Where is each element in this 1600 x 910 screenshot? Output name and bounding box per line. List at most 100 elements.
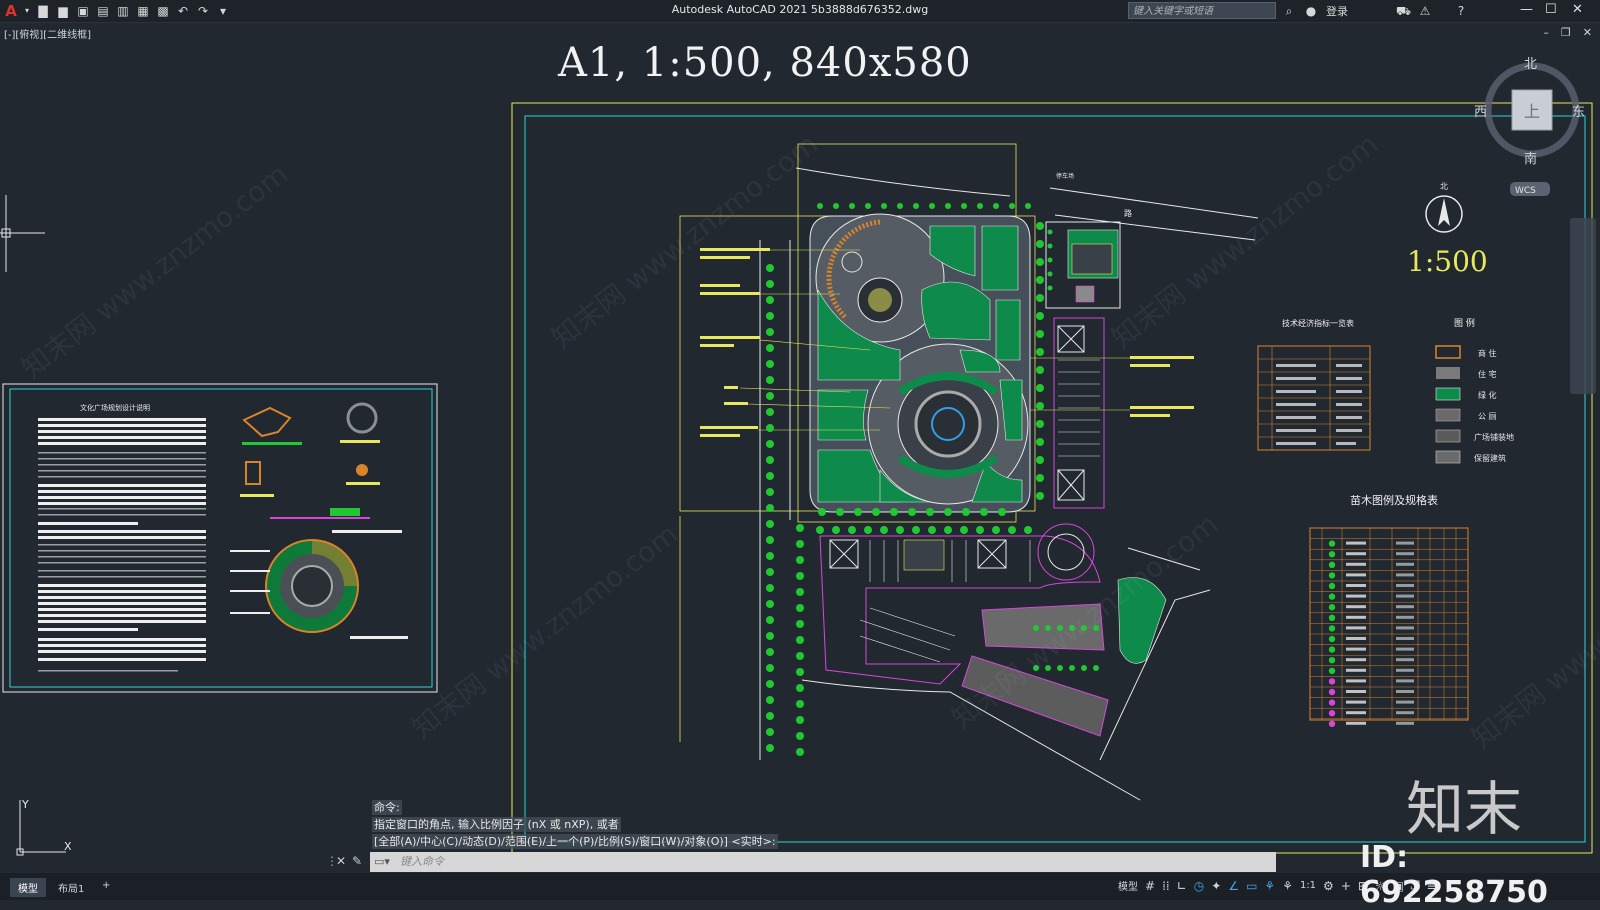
workspace-gear-icon[interactable]: ⚙ [1323, 879, 1334, 893]
tree-symbol [1036, 240, 1044, 248]
tree-symbol [796, 524, 804, 532]
watermark-logo: 知末 [1406, 775, 1523, 843]
tree-symbol [961, 203, 967, 209]
ortho-icon[interactable]: ∟ [1177, 879, 1187, 893]
plant-spec-text [1396, 658, 1414, 662]
plant-spec-text [1396, 637, 1414, 640]
customize-wrench-icon[interactable]: ✎ [352, 854, 362, 868]
tree-symbol [1036, 438, 1044, 446]
plant-spec-text [1396, 605, 1414, 609]
tree-symbol [1036, 276, 1044, 284]
viewcube[interactable]: 上 北 南 西 东 WCS [1474, 57, 1585, 196]
tree-symbol [766, 440, 774, 448]
isodraft-icon[interactable]: ▭ [1246, 879, 1257, 893]
tab-add[interactable]: + [94, 878, 118, 893]
tab-layout1[interactable]: 布局1 [50, 878, 92, 897]
tab-model[interactable]: 模型 [10, 878, 46, 897]
tree-symbol [1036, 330, 1044, 338]
tree-symbol [890, 508, 898, 516]
command-close-icon[interactable]: ✕ [336, 854, 346, 868]
plant-symbol [1328, 646, 1336, 653]
tree-symbol [1036, 222, 1044, 230]
plant-symbol [1328, 678, 1336, 685]
tree-symbol [766, 616, 774, 624]
plant-symbol [1328, 635, 1336, 643]
plant-spec-text [1396, 690, 1414, 693]
tree-symbol [1025, 203, 1031, 209]
tree-symbol [796, 572, 804, 580]
plant-spec-text [1396, 711, 1414, 715]
tree-symbol [796, 700, 804, 708]
annotation-visibility-icon[interactable]: ⚘ [1264, 879, 1275, 893]
tree-symbol [796, 540, 804, 548]
plant-symbol [1328, 667, 1336, 674]
tree-symbol [1036, 258, 1044, 266]
plant-symbol [1328, 699, 1336, 706]
tree-symbol [928, 526, 936, 534]
legend-item-5: 保留建筑 [1474, 453, 1506, 463]
plant-spec-text [1396, 615, 1414, 619]
tree-symbol [976, 526, 984, 534]
plant-symbol [1328, 625, 1336, 632]
plant-name-text [1346, 552, 1366, 556]
tree-symbol [796, 732, 804, 740]
grid-icon[interactable]: # [1145, 879, 1155, 893]
north-label: 北 [1440, 182, 1448, 191]
tree-symbol [1036, 348, 1044, 356]
legend-item-4: 广场铺装地 [1474, 432, 1514, 442]
otrack-icon[interactable]: ∠ [1228, 879, 1239, 893]
tree-symbol [849, 203, 855, 209]
osnap-icon[interactable]: ✦ [1211, 879, 1221, 893]
tree-symbol [766, 296, 774, 304]
tree-symbol [766, 280, 774, 288]
plant-spec-text [1396, 573, 1414, 577]
tree-symbol [766, 376, 774, 384]
sheet-title: A1, 1:500, 840x580 [558, 40, 972, 86]
tree-symbol [766, 744, 774, 752]
plant-symbol [1328, 657, 1336, 664]
left-sheet: 文化广场规划设计说明 [2, 383, 438, 693]
plant-name-text [1346, 658, 1366, 662]
tree-symbol [766, 472, 774, 480]
plant-name-text [1346, 605, 1366, 609]
tree-symbol [766, 312, 774, 320]
tree-symbol [796, 716, 804, 724]
plant-spec-text [1396, 700, 1414, 704]
svg-text:X: X [64, 840, 72, 853]
autoscale-icon[interactable]: ⚘ [1282, 879, 1293, 893]
tree-symbol [1047, 243, 1053, 249]
plant-name-text [1346, 594, 1366, 598]
plant-name-text [1346, 668, 1366, 672]
plant-symbol [1328, 710, 1336, 717]
model-space-toggle[interactable]: 模型 [1118, 878, 1138, 893]
tree-symbol [1036, 492, 1044, 500]
tree-symbol [766, 648, 774, 656]
plant-spec-text [1396, 562, 1414, 566]
plant-symbol [1328, 572, 1336, 579]
command-input[interactable]: 键入命令 [370, 852, 1276, 872]
tree-symbol [766, 360, 774, 368]
tree-symbol [1069, 665, 1075, 671]
tree-symbol [796, 556, 804, 564]
tree-symbol [796, 588, 804, 596]
tree-symbol [796, 652, 804, 660]
polar-icon[interactable]: ◷ [1194, 879, 1204, 893]
tree-symbol [796, 636, 804, 644]
tree-symbol [796, 620, 804, 628]
tree-symbol [1009, 203, 1015, 209]
legend: 商 住 住 宅 绿 化 公 厕 广场铺装地 保留建筑 [1435, 345, 1514, 464]
tree-symbol [766, 488, 774, 496]
tree-symbol [848, 526, 856, 534]
north-arrow: 北 [1425, 182, 1463, 233]
tree-symbol [881, 203, 887, 209]
snap-icon[interactable]: ⁞⁞ [1162, 879, 1170, 893]
tree-symbol [796, 748, 804, 756]
tree-symbol [818, 508, 826, 516]
tree-symbol [929, 203, 935, 209]
tree-symbol [897, 203, 903, 209]
plant-spec-text [1396, 668, 1414, 672]
annotation-scale[interactable]: 1:1 [1300, 880, 1316, 891]
left-panel-title: 文化广场规划设计说明 [80, 403, 150, 412]
command-prompt-icon[interactable]: ▭▾ [374, 855, 390, 868]
add-icon[interactable]: + [1341, 879, 1351, 893]
